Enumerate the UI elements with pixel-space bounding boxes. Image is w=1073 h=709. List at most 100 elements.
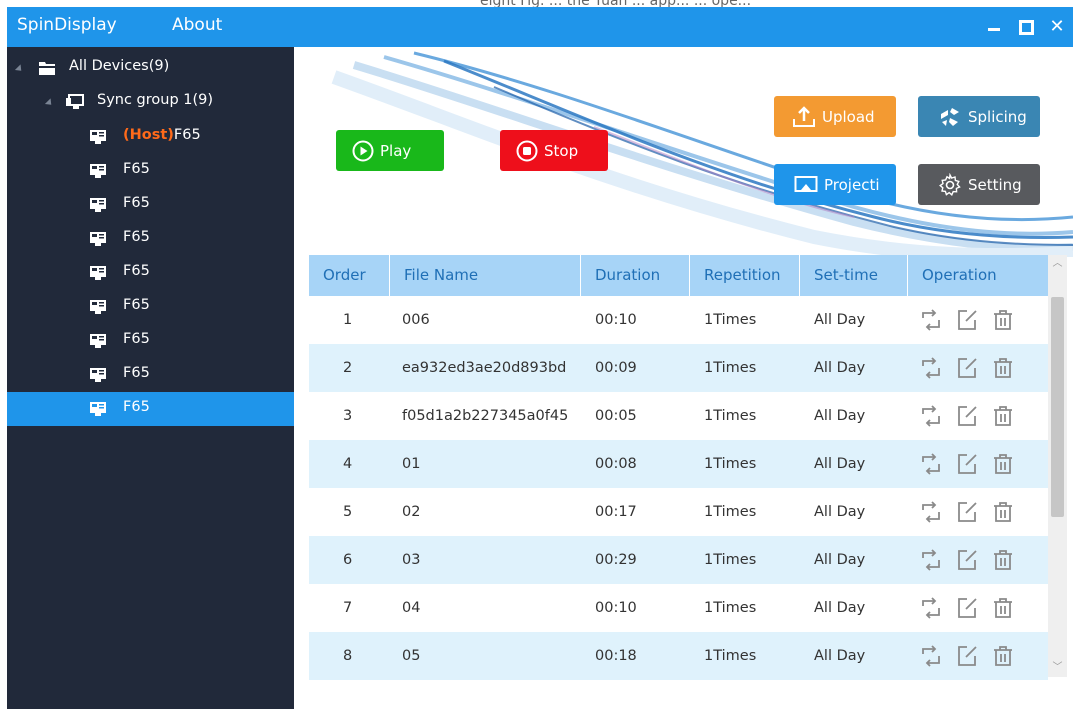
cell-file-name: 02	[402, 504, 421, 520]
loop-icon[interactable]	[919, 356, 943, 380]
edit-icon[interactable]	[955, 644, 979, 668]
cell-file-name: f05d1a2b227345a0f45	[402, 408, 569, 424]
device-icon	[89, 231, 107, 251]
trash-icon[interactable]	[991, 404, 1015, 428]
cell-order: 8	[343, 648, 353, 664]
edit-icon[interactable]	[955, 308, 979, 332]
tree-item-device[interactable]: F65	[7, 188, 294, 222]
edit-icon[interactable]	[955, 500, 979, 524]
about-menu[interactable]: About	[172, 15, 222, 35]
splicing-button[interactable]: Splicing	[918, 96, 1040, 137]
table-row[interactable]: 7 04 00:10 1Times All Day	[309, 584, 1048, 632]
group-icon	[65, 93, 87, 115]
close-button[interactable]: ✕	[1047, 17, 1067, 37]
tree-item-device[interactable]: F65	[7, 290, 294, 324]
scroll-up-arrow-icon[interactable]: ︿	[1048, 255, 1067, 273]
loop-icon[interactable]	[919, 644, 943, 668]
device-icon	[89, 265, 107, 285]
edit-icon[interactable]	[955, 404, 979, 428]
expand-icon[interactable]	[44, 98, 55, 108]
cell-set-time: All Day	[814, 648, 866, 664]
loop-icon[interactable]	[919, 548, 943, 572]
device-icon	[89, 197, 107, 217]
table-row[interactable]: 4 01 00:08 1Times All Day	[309, 440, 1048, 488]
loop-icon[interactable]	[919, 308, 943, 332]
tree-item-device[interactable]: F65	[7, 222, 294, 256]
scrollbar-thumb[interactable]	[1051, 297, 1064, 517]
column-header-duration[interactable]: Duration	[581, 255, 690, 296]
device-tree-sidebar: All Devices(9) Sync group 1(9) (Host)F65…	[7, 47, 294, 709]
column-header-set-time[interactable]: Set-time	[800, 255, 908, 296]
cell-set-time: All Day	[814, 600, 866, 616]
splicing-label: Splicing	[968, 107, 1027, 126]
tree-label: Sync group 1(9)	[97, 92, 214, 108]
row-operations	[919, 404, 1015, 428]
column-header-repetition[interactable]: Repetition	[690, 255, 800, 296]
cell-file-name: 05	[402, 648, 421, 664]
device-icon	[89, 367, 107, 387]
trash-icon[interactable]	[991, 548, 1015, 572]
expand-icon[interactable]	[14, 64, 25, 74]
table-row[interactable]: 1 006 00:10 1Times All Day	[309, 296, 1048, 344]
edit-icon[interactable]	[955, 356, 979, 380]
column-header-file-name[interactable]: File Name	[390, 255, 581, 296]
column-header-order[interactable]: Order	[309, 255, 390, 296]
row-operations	[919, 548, 1015, 572]
maximize-button[interactable]	[1016, 17, 1036, 37]
play-button[interactable]: Play	[336, 130, 444, 171]
tree-item-all-devices[interactable]: All Devices(9)	[7, 51, 294, 85]
device-icon	[89, 299, 107, 319]
tree-label: F65	[123, 263, 150, 279]
table-row[interactable]: 3 f05d1a2b227345a0f45 00:05 1Times All D…	[309, 392, 1048, 440]
cell-duration: 00:08	[595, 456, 637, 472]
trash-icon[interactable]	[991, 356, 1015, 380]
table-row[interactable]: 6 03 00:29 1Times All Day	[309, 536, 1048, 584]
tree-label: F65	[123, 297, 150, 313]
tree-item-device[interactable]: F65	[7, 256, 294, 290]
edit-icon[interactable]	[955, 596, 979, 620]
cell-repetition: 1Times	[704, 600, 757, 616]
tree-item-sync-group[interactable]: Sync group 1(9)	[7, 85, 294, 119]
tree-item-device[interactable]: F65	[7, 358, 294, 392]
cell-duration: 00:10	[595, 312, 637, 328]
tree-item-device-selected[interactable]: F65	[7, 392, 294, 426]
splicing-icon	[938, 106, 962, 128]
trash-icon[interactable]	[991, 644, 1015, 668]
edit-icon[interactable]	[955, 548, 979, 572]
edit-icon[interactable]	[955, 452, 979, 476]
tree-label: F65	[123, 365, 150, 381]
table-scrollbar[interactable]: ︿ ﹀	[1048, 255, 1067, 677]
cell-repetition: 1Times	[704, 456, 757, 472]
trash-icon[interactable]	[991, 308, 1015, 332]
tree-item-host-device[interactable]: (Host)F65	[7, 120, 294, 154]
table-row[interactable]: 2 ea932ed3ae20d893bd 00:09 1Times All Da…	[309, 344, 1048, 392]
scroll-down-arrow-icon[interactable]: ﹀	[1048, 659, 1067, 677]
device-icon	[89, 163, 107, 183]
projection-button[interactable]: Projecti	[774, 164, 896, 205]
top-strip: eight Fig. ... the Yuan ... app... ... o…	[0, 0, 1073, 9]
table-row[interactable]: 5 02 00:17 1Times All Day	[309, 488, 1048, 536]
column-header-operation: Operation	[922, 266, 997, 284]
loop-icon[interactable]	[919, 500, 943, 524]
setting-button[interactable]: Setting	[918, 164, 1040, 205]
tree-item-device[interactable]: F65	[7, 324, 294, 358]
upload-icon	[792, 105, 816, 128]
cell-set-time: All Day	[814, 552, 866, 568]
upload-button[interactable]: Upload	[774, 96, 896, 137]
tree-item-device[interactable]: F65	[7, 154, 294, 188]
cell-order: 1	[343, 312, 353, 328]
trash-icon[interactable]	[991, 500, 1015, 524]
cell-file-name: 006	[402, 312, 430, 328]
trash-icon[interactable]	[991, 452, 1015, 476]
cell-set-time: All Day	[814, 360, 866, 376]
loop-icon[interactable]	[919, 404, 943, 428]
table-row[interactable]: 8 05 00:18 1Times All Day	[309, 632, 1048, 680]
cell-set-time: All Day	[814, 312, 866, 328]
trash-icon[interactable]	[991, 596, 1015, 620]
stop-button[interactable]: Stop	[500, 130, 608, 171]
loop-icon[interactable]	[919, 596, 943, 620]
loop-icon[interactable]	[919, 452, 943, 476]
minimize-button[interactable]	[984, 17, 1004, 37]
cell-repetition: 1Times	[704, 312, 757, 328]
cell-duration: 00:29	[595, 552, 637, 568]
